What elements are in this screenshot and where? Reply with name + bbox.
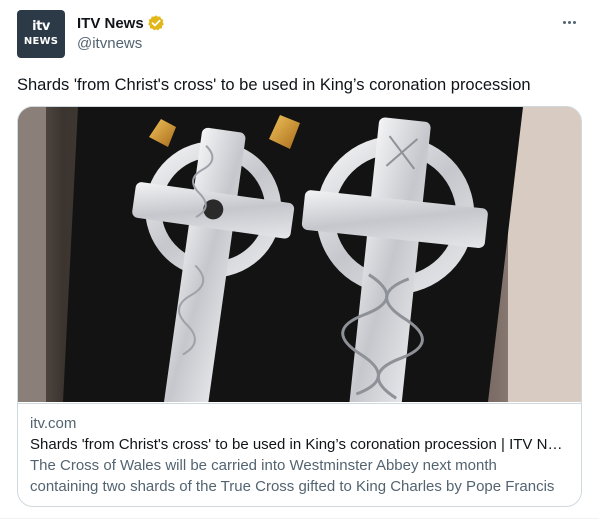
card-image[interactable] bbox=[18, 107, 581, 402]
card-description: The Cross of Wales will be carried into … bbox=[30, 455, 568, 497]
author-display-name[interactable]: ITV News bbox=[77, 15, 144, 32]
cross-of-wales-image bbox=[18, 107, 581, 402]
card-description-line: The Cross of Wales will be carried into … bbox=[30, 457, 497, 474]
avatar-logo-text-top: itv bbox=[32, 19, 50, 34]
card-domain: itv.com bbox=[30, 415, 77, 432]
author-name-row: ITV News bbox=[77, 13, 165, 33]
author-handle[interactable]: @itvnews bbox=[77, 35, 142, 52]
avatar-logo-text-bottom: NEWS bbox=[23, 36, 59, 47]
card-meta[interactable]: itv.com Shards 'from Christ's cross' to … bbox=[18, 403, 581, 497]
more-options-icon[interactable] bbox=[557, 12, 581, 32]
verified-badge-icon[interactable] bbox=[147, 14, 165, 32]
tweet-text: Shards 'from Christ's cross' to be used … bbox=[17, 76, 531, 94]
avatar[interactable]: itv NEWS bbox=[17, 10, 65, 58]
tweet[interactable]: itv NEWS ITV News @itvnews Shards 'from … bbox=[0, 0, 599, 519]
card-description-line: containing two shards of the True Cross … bbox=[30, 478, 555, 495]
link-card[interactable]: itv.com Shards 'from Christ's cross' to … bbox=[17, 106, 582, 507]
card-title: Shards 'from Christ's cross' to be used … bbox=[30, 436, 568, 453]
